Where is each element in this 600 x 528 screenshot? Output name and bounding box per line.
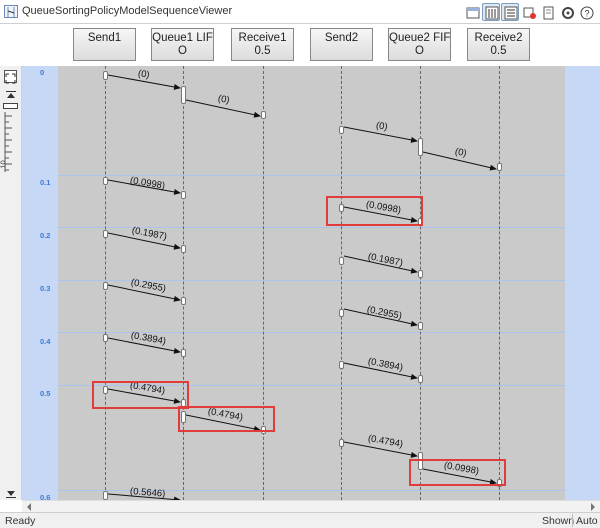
lifeline-header: Send1 Queue1 LIF O Receive1 0.5 Send2 Queu… (0, 24, 600, 66)
status-divider (572, 514, 573, 527)
filter-icon[interactable] (520, 3, 538, 21)
fit-view-icon[interactable] (4, 70, 17, 84)
scroll-bottom-icon[interactable] (5, 486, 17, 498)
shown-toggle[interactable]: Shown (542, 515, 574, 527)
time-label: 0.3 (40, 284, 51, 293)
lifeline-receive2[interactable]: Receive2 0.5 (467, 28, 530, 61)
lifeline-send2[interactable]: Send2 (310, 28, 373, 61)
time-label: 0.1 (40, 178, 51, 187)
highlight-box (326, 196, 423, 226)
auto-toggle[interactable]: Auto (576, 515, 598, 527)
reference-icon[interactable] (539, 3, 557, 21)
lifeline-icon[interactable] (482, 3, 500, 21)
lifeline-send1[interactable]: Send1 (73, 28, 136, 61)
lifeline-queue1[interactable]: Queue1 LIF O (151, 28, 214, 61)
time-label: 0.2 (40, 231, 51, 240)
right-panel (565, 66, 600, 500)
scroll-left-icon[interactable] (26, 503, 32, 511)
message-label: (0) (216, 93, 231, 107)
highlight-box (409, 459, 506, 486)
horizontal-scrollbar[interactable] (22, 500, 600, 512)
status-bar: Ready Shown Auto (0, 512, 600, 528)
sequence-diagram[interactable]: (0) (0) (0) (0) (0.0998) (0.0998) (0.1987) (0.1… (58, 66, 565, 500)
highlight-box (92, 381, 189, 409)
message-label: (0) (137, 68, 151, 81)
settings-icon[interactable] (558, 3, 576, 21)
zoom-value: 10 (0, 160, 8, 169)
lifeline-receive1[interactable]: Receive1 0.5 (231, 28, 294, 61)
window-title: QueueSortingPolicyModelSequenceViewer (22, 5, 233, 17)
scroll-top-icon[interactable] (5, 87, 17, 98)
time-label: 0 (40, 68, 45, 77)
time-label: 0.4 (40, 337, 51, 346)
navigation-bar: 10 (0, 66, 22, 500)
zoom-slider-handle[interactable] (3, 103, 18, 109)
scroll-right-icon[interactable] (590, 503, 596, 511)
title-bar: QueueSortingPolicyModelSequenceViewer ? (0, 0, 600, 24)
help-icon[interactable]: ? (577, 3, 595, 21)
message-label: (0) (375, 120, 389, 133)
svg-text:?: ? (584, 9, 589, 19)
time-column: 0 0.1 0.2 0.3 0.4 0.5 0.6 (22, 66, 58, 502)
lifeline-queue2[interactable]: Queue2 FIF O (388, 28, 451, 61)
message-label: (0) (453, 146, 468, 160)
panel-icon[interactable] (463, 3, 481, 21)
time-label: 0.5 (40, 389, 51, 398)
app-icon (4, 5, 18, 18)
properties-icon[interactable] (501, 3, 519, 21)
status-text: Ready (5, 515, 36, 527)
highlight-box (178, 406, 275, 432)
